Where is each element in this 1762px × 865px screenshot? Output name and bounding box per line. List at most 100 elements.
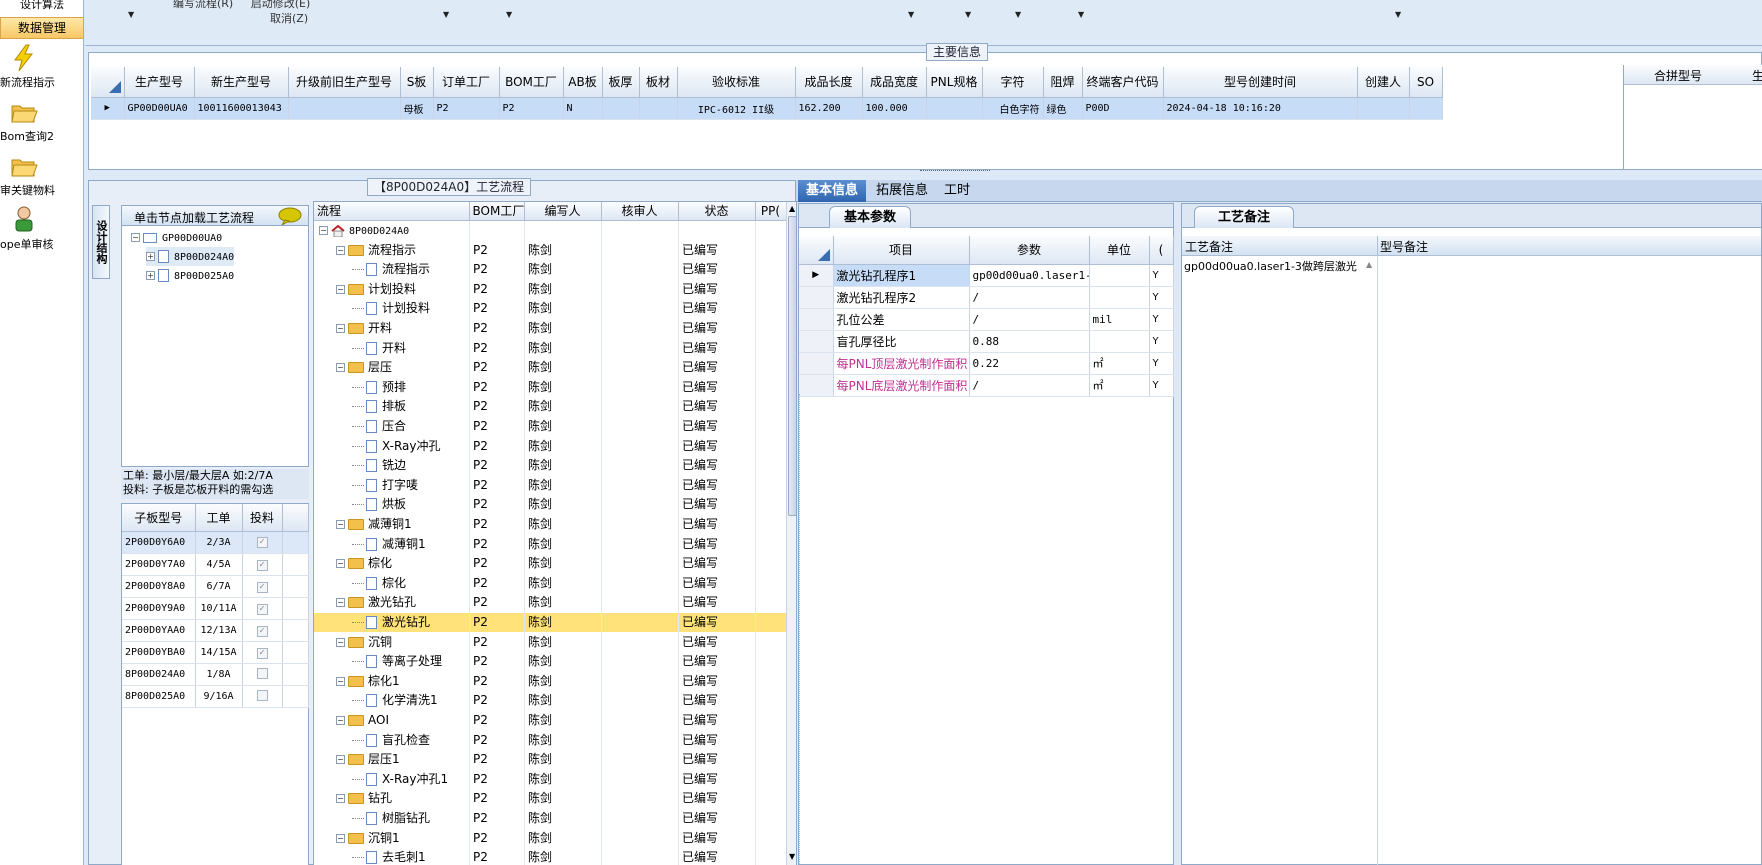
collapse-icon[interactable]: − (319, 226, 328, 235)
feed-checkbox[interactable]: ✓ (256, 537, 268, 549)
flow-step-row[interactable]: 盲孔检查 P2 陈剑 已编写 (314, 731, 786, 750)
process-note-text[interactable]: gp00d00ua0.laser1-3做跨层激光 (1184, 258, 1364, 358)
tab-extended-info[interactable]: 拓展信息 (868, 180, 936, 202)
flow-step-row[interactable]: 棕化 P2 陈剑 已编写 (314, 574, 786, 593)
table-row[interactable]: 每PNL底层激光制作面积 / ㎡ Y (799, 374, 1174, 397)
merge-col-header[interactable]: 合拼型号 (1654, 67, 1702, 84)
col-header[interactable]: PP( (755, 202, 787, 221)
flow-group-row[interactable]: − AOI P2 陈剑 已编写 (314, 711, 786, 730)
col-header[interactable]: 工单 (195, 504, 243, 532)
flow-step-row[interactable]: 减薄铜1 P2 陈剑 已编写 (314, 535, 786, 554)
chevron-down-icon[interactable]: ▼ (506, 10, 512, 19)
col-header[interactable]: S板 (400, 67, 434, 98)
table-row[interactable]: 2P00D0Y8A0 6/7A ✓ (122, 575, 309, 598)
flow-step-row[interactable]: 等离子处理 P2 陈剑 已编写 (314, 652, 786, 671)
flow-step-row[interactable]: X-Ray冲孔1 P2 陈剑 已编写 (314, 770, 786, 789)
collapse-icon[interactable]: − (336, 716, 345, 725)
col-header[interactable]: PNL规格 (926, 67, 983, 98)
flow-group-row[interactable]: − 流程指示 P2 陈剑 已编写 (314, 241, 786, 260)
feed-checkbox[interactable]: ✓ (256, 581, 268, 593)
collapse-icon[interactable]: − (336, 755, 345, 764)
table-row[interactable]: 激光钻孔程序2/Y (799, 286, 1174, 309)
toolbar-item-key-material[interactable]: 审关键物料 (0, 184, 84, 198)
table-row[interactable]: 2P00D0YAA0 12/13A ✓ (122, 619, 309, 642)
flow-step-row[interactable]: 铣边 P2 陈剑 已编写 (314, 456, 786, 475)
col-header[interactable]: 核审人 (601, 202, 679, 221)
table-row[interactable]: 2P00D0YBA0 14/15A ✓ (122, 641, 309, 664)
col-header[interactable]: 状态 (678, 202, 756, 221)
col-header[interactable]: SO (1409, 67, 1443, 98)
collapse-icon[interactable]: − (131, 233, 140, 242)
chevron-down-icon[interactable]: ▼ (1015, 10, 1021, 19)
collapse-icon[interactable]: − (336, 246, 345, 255)
collapse-icon[interactable]: − (336, 677, 345, 686)
chevron-down-icon[interactable]: ▼ (965, 10, 971, 19)
flow-group-row[interactable]: − 层压 P2 陈剑 已编写 (314, 358, 786, 377)
table-row[interactable]: 孔位公差 / mil Y (799, 308, 1174, 331)
cancel-action[interactable]: 取消(Z) (270, 10, 308, 26)
merge-col-header[interactable]: 生 (1752, 67, 1762, 84)
flow-step-row[interactable]: 树脂钻孔 P2 陈剑 已编写 (314, 809, 786, 828)
col-header[interactable]: 终端客户代码 (1082, 67, 1164, 98)
flow-step-row[interactable]: 打字唛 P2 陈剑 已编写 (314, 476, 786, 495)
collapse-icon[interactable]: − (336, 638, 345, 647)
flow-step-row[interactable]: 压合 P2 陈剑 已编写 (314, 417, 786, 436)
flow-step-row[interactable]: 激光钻孔 P2 陈剑 已编写 (314, 613, 786, 632)
flow-step-row[interactable]: 去毛刺1 P2 陈剑 已编写 (314, 848, 786, 865)
table-row[interactable]: 盲孔厚径比 0.88 Y (799, 330, 1174, 353)
col-header[interactable]: 项目 (833, 236, 970, 265)
scroll-thumb[interactable] (788, 216, 796, 516)
col-header[interactable]: 成品长度 (795, 67, 863, 98)
feed-checkbox[interactable]: ✓ (256, 603, 268, 615)
table-row[interactable]: 8P00D024A0 1/8A (122, 663, 309, 686)
col-header[interactable]: 板厚 (602, 67, 640, 98)
table-row[interactable]: ▶ 激光钻孔程序1 gp00d00ua0.laser1-3 Y (799, 264, 1174, 287)
flow-group-row[interactable]: − 激光钻孔 P2 陈剑 已编写 (314, 593, 786, 612)
feed-checkbox[interactable]: ✓ (256, 625, 268, 637)
flow-step-row[interactable]: 计划投料 P2 陈剑 已编写 (314, 299, 786, 318)
col-header[interactable]: 子板型号 (122, 504, 196, 532)
toolbar-item-ope-review[interactable]: ope单审核 (0, 238, 84, 252)
chevron-down-icon[interactable]: ▼ (908, 10, 914, 19)
flow-group-row[interactable]: − 开料 P2 陈剑 已编写 (314, 319, 786, 338)
col-header[interactable]: 创建人 (1357, 67, 1410, 98)
model-notes-col-header[interactable]: 型号备注 (1380, 238, 1428, 255)
col-header[interactable]: 验收标准 (677, 67, 796, 98)
flow-group-row[interactable]: − 计划投料 P2 陈剑 已编写 (314, 280, 786, 299)
collapse-icon[interactable]: − (336, 285, 345, 294)
flow-group-row[interactable]: − 钻孔 P2 陈剑 已编写 (314, 789, 786, 808)
table-row[interactable]: 2P00D0Y9A0 10/11A ✓ (122, 597, 309, 620)
collapse-icon[interactable]: − (336, 324, 345, 333)
col-header[interactable]: 订单工厂 (433, 67, 500, 98)
col-header[interactable]: 型号创建时间 (1163, 67, 1358, 98)
flow-group-row[interactable]: − 棕化 P2 陈剑 已编写 (314, 554, 786, 573)
flow-step-row[interactable]: X-Ray冲孔 P2 陈剑 已编写 (314, 437, 786, 456)
flow-group-row[interactable]: − 层压1 P2 陈剑 已编写 (314, 750, 786, 769)
scroll-down-icon[interactable]: ▼ (789, 852, 795, 861)
expand-icon[interactable]: + (146, 271, 155, 280)
flow-group-row[interactable]: − 沉铜 P2 陈剑 已编写 (314, 633, 786, 652)
collapse-icon[interactable]: − (336, 559, 345, 568)
chevron-down-icon[interactable]: ▼ (443, 10, 449, 19)
tree-node-8p00d024a0[interactable]: +8P00D024A0 (146, 247, 235, 266)
col-header[interactable]: 升级前旧生产型号 (288, 67, 401, 98)
feed-checkbox[interactable] (256, 689, 268, 701)
collapse-icon[interactable]: − (336, 520, 345, 529)
scroll-up-icon[interactable]: ▲ (789, 204, 795, 213)
col-header[interactable]: 编写人 (524, 202, 602, 221)
table-row[interactable]: 2P00D0Y7A0 4/5A ✓ (122, 553, 309, 576)
flow-step-row[interactable]: 开料 P2 陈剑 已编写 (314, 339, 786, 358)
collapse-icon[interactable]: − (336, 794, 345, 803)
flow-group-row[interactable]: − 减薄铜1 P2 陈剑 已编写 (314, 515, 786, 534)
table-row[interactable]: ▶ GP00D00UA0 10011600013043 母板 P2 P2 N I… (91, 97, 1443, 120)
col-header[interactable]: 字符 (982, 67, 1044, 98)
toolbar-item-data-management[interactable]: 数据管理 (0, 17, 84, 39)
col-header[interactable]: ( (1149, 236, 1174, 265)
collapse-icon[interactable]: − (336, 363, 345, 372)
feed-checkbox[interactable] (256, 667, 268, 679)
col-header[interactable]: 板材 (639, 67, 678, 98)
toolbar-item-bom-query[interactable]: Bom查询2 (0, 130, 84, 144)
table-row[interactable]: 每PNL顶层激光制作面积 0.22 ㎡ Y (799, 352, 1174, 375)
collapse-icon[interactable]: − (336, 598, 345, 607)
tree-root-node[interactable]: − GP00D00UA0 (131, 228, 222, 247)
